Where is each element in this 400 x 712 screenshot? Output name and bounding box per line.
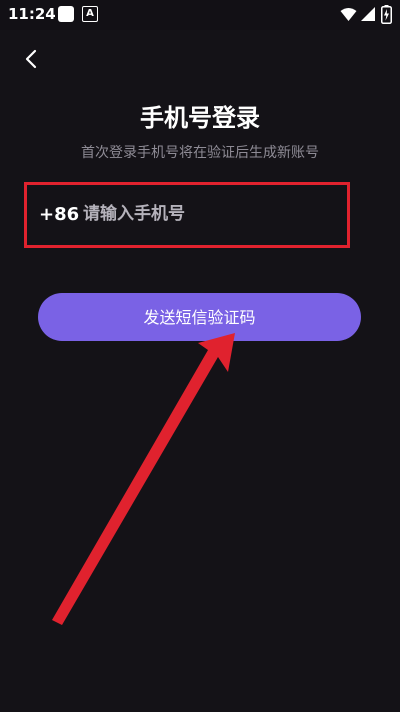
annotation-arrow-shape bbox=[52, 333, 235, 625]
back-button[interactable] bbox=[18, 44, 48, 74]
square-notification-icon bbox=[58, 6, 74, 22]
phone-number-row: +86 bbox=[24, 182, 350, 248]
a-notification-icon: A bbox=[82, 6, 98, 22]
status-bar: 11:24 A bbox=[0, 0, 400, 30]
phone-number-input[interactable] bbox=[83, 197, 333, 231]
page-title: 手机号登录 bbox=[140, 104, 260, 132]
status-time: 11:24 bbox=[8, 5, 56, 23]
chevron-left-icon bbox=[25, 49, 37, 69]
page-subtitle: 首次登录手机号将在验证后生成新账号 bbox=[81, 145, 319, 161]
battery-charging-icon bbox=[381, 5, 392, 24]
signal-icon bbox=[361, 7, 375, 21]
send-sms-code-button[interactable]: 发送短信验证码 bbox=[38, 293, 361, 341]
country-code[interactable]: +86 bbox=[39, 204, 79, 225]
wifi-icon bbox=[340, 8, 357, 21]
